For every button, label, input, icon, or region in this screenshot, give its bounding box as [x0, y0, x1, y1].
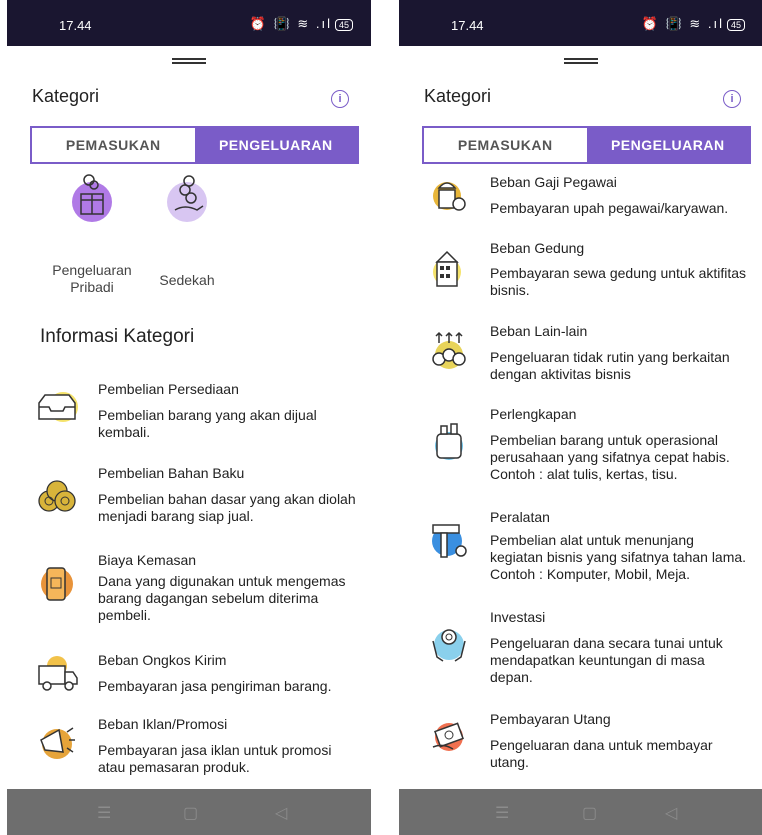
item-title: Beban Lain-lain — [490, 323, 588, 339]
worker-icon — [427, 174, 467, 214]
home-icon[interactable]: ▢ — [183, 803, 198, 823]
status-time: 17.44 — [59, 18, 92, 33]
back-icon[interactable]: ◁ — [665, 803, 677, 823]
item-description: Pembelian barang yang akan dijual kembal… — [98, 407, 317, 440]
list-item: Beban Iklan/Promosi Pembayaran jasa ikla… — [32, 716, 352, 776]
gift-box-icon — [72, 174, 112, 222]
item-description: Pengeluaran dana secara tunai untuk mend… — [490, 635, 723, 685]
list-item: Beban Ongkos Kirim Pembayaran jasa pengi… — [32, 652, 352, 702]
menu-icon[interactable]: ☰ — [97, 803, 111, 823]
item-description: Pembayaran upah pegawai/karyawan. — [490, 200, 729, 216]
page-title: Kategori — [32, 86, 100, 106]
item-description: Dana yang digunakan untuk mengemas baran… — [98, 573, 346, 623]
system-icons: ⏰ 📳 ≋ .ıl — [249, 16, 332, 31]
logs-icon — [35, 471, 76, 512]
coins-arrows-icon — [427, 329, 467, 369]
list-item: Beban Gaji Pegawai Pembayaran upah pegaw… — [424, 174, 744, 219]
package-jar-icon — [35, 562, 75, 602]
menu-icon[interactable]: ☰ — [495, 803, 509, 823]
item-description: Pembayaran jasa iklan untuk promosi atau… — [98, 742, 332, 775]
item-description: Pembelian barang untuk operasional perus… — [490, 432, 730, 482]
list-item: Pembelian Bahan Baku Pembelian bahan das… — [32, 465, 356, 525]
item-description: Pengeluaran tidak rutin yang berkaitan d… — [490, 349, 730, 382]
item-title: Peralatan — [490, 509, 550, 525]
item-description: Pengeluaran dana untuk membayar utang. — [490, 737, 713, 770]
list-item: Biaya Kemasan Dana yang digunakan untuk … — [32, 552, 352, 627]
system-nav-bar: ☰ ▢ ◁ — [399, 789, 762, 835]
category-label: Sedekah — [159, 272, 215, 288]
system-icons: ⏰ 📳 ≋ .ıl — [641, 16, 724, 31]
category-sedekah[interactable]: Sedekah — [147, 175, 227, 288]
system-nav-bar: ☰ ▢ ◁ — [7, 789, 371, 835]
list-item: Beban Gedung Pembayaran sewa gedung untu… — [424, 240, 746, 300]
status-icons: ⏰ 📳 ≋ .ıl 45 — [250, 16, 353, 32]
battery-icon: 45 — [726, 19, 745, 31]
invest-hands-icon — [427, 623, 467, 663]
status-bar: 17.44 ⏰ 📳 ≋ .ıl 45 — [7, 0, 371, 46]
item-title: Beban Gedung — [490, 240, 585, 256]
item-description: Pembelian alat untuk menunjang kegiatan … — [490, 532, 747, 582]
megaphone-icon — [35, 722, 75, 762]
item-description: Pembelian bahan dasar yang akan diolah m… — [98, 491, 356, 524]
sheet-drag-handle[interactable] — [172, 58, 206, 64]
hand-coins-icon — [167, 175, 207, 222]
tab-bar: PEMASUKAN PENGELUARAN — [30, 126, 359, 164]
item-description: Pembayaran sewa gedung untuk aktifitas b… — [490, 265, 747, 298]
section-title: Informasi Kategori — [40, 326, 195, 347]
home-icon[interactable]: ▢ — [582, 803, 597, 823]
list-item: Beban Lain-lain Pengeluaran tidak rutin … — [424, 323, 744, 383]
list-item: Investasi Pengeluaran dana secara tunai … — [424, 609, 744, 689]
item-title: Beban Iklan/Promosi — [98, 716, 228, 732]
tab-pemasukan[interactable]: PEMASUKAN — [32, 128, 195, 162]
status-time: 17.44 — [451, 18, 484, 33]
list-item: Peralatan Pembelian alat untuk menunjang… — [424, 509, 746, 589]
item-title: Biaya Kemasan — [98, 552, 197, 568]
category-label: Pengeluaran Pribadi — [52, 262, 132, 295]
list-item: Pembayaran Utang Pengeluaran dana untuk … — [424, 711, 744, 771]
item-title: Perlengkapan — [490, 406, 577, 422]
page-title: Kategori — [424, 86, 492, 106]
item-title: Investasi — [490, 609, 546, 625]
status-icons: ⏰ 📳 ≋ .ıl 45 — [642, 16, 745, 32]
tab-pengeluaran[interactable]: PENGELUARAN — [586, 128, 749, 162]
tab-bar: PEMASUKAN PENGELUARAN — [422, 126, 751, 164]
tab-pemasukan[interactable]: PEMASUKAN — [424, 128, 587, 162]
info-icon[interactable]: i — [331, 90, 349, 108]
status-bar: 17.44 ⏰ 📳 ≋ .ıl 45 — [399, 0, 762, 46]
info-icon[interactable]: i — [723, 90, 741, 108]
list-item: Pembelian Persediaan Pembelian barang ya… — [32, 381, 352, 441]
item-title: Beban Gaji Pegawai — [490, 174, 617, 190]
building-icon — [427, 248, 467, 288]
phone-screen-right: 17.44 ⏰ 📳 ≋ .ıl 45 Kategori i PEMASUKAN P… — [399, 0, 762, 835]
tools-icon — [427, 519, 467, 559]
item-title: Pembayaran Utang — [490, 711, 611, 727]
list-item: Perlengkapan Pembelian barang untuk oper… — [424, 406, 744, 486]
tab-pengeluaran[interactable]: PENGELUARAN — [194, 128, 357, 162]
item-description: Pembayaran jasa pengiriman barang. — [98, 678, 332, 694]
item-title: Pembelian Persediaan — [98, 381, 239, 397]
back-icon[interactable]: ◁ — [275, 803, 287, 823]
sheet-drag-handle[interactable] — [564, 58, 598, 64]
supplies-icon — [427, 420, 467, 460]
phone-screen-left: 17.44 ⏰ 📳 ≋ .ıl 45 Kategori i PEMASUKAN P… — [7, 0, 371, 835]
delivery-truck-icon — [35, 652, 78, 692]
battery-icon: 45 — [334, 19, 353, 31]
cash-hand-icon — [427, 717, 467, 757]
item-title: Beban Ongkos Kirim — [98, 652, 227, 668]
item-title: Pembelian Bahan Baku — [98, 465, 245, 481]
tray-icon — [35, 389, 78, 429]
category-pengeluaran-pribadi[interactable]: Pengeluaran Pribadi — [47, 174, 137, 296]
